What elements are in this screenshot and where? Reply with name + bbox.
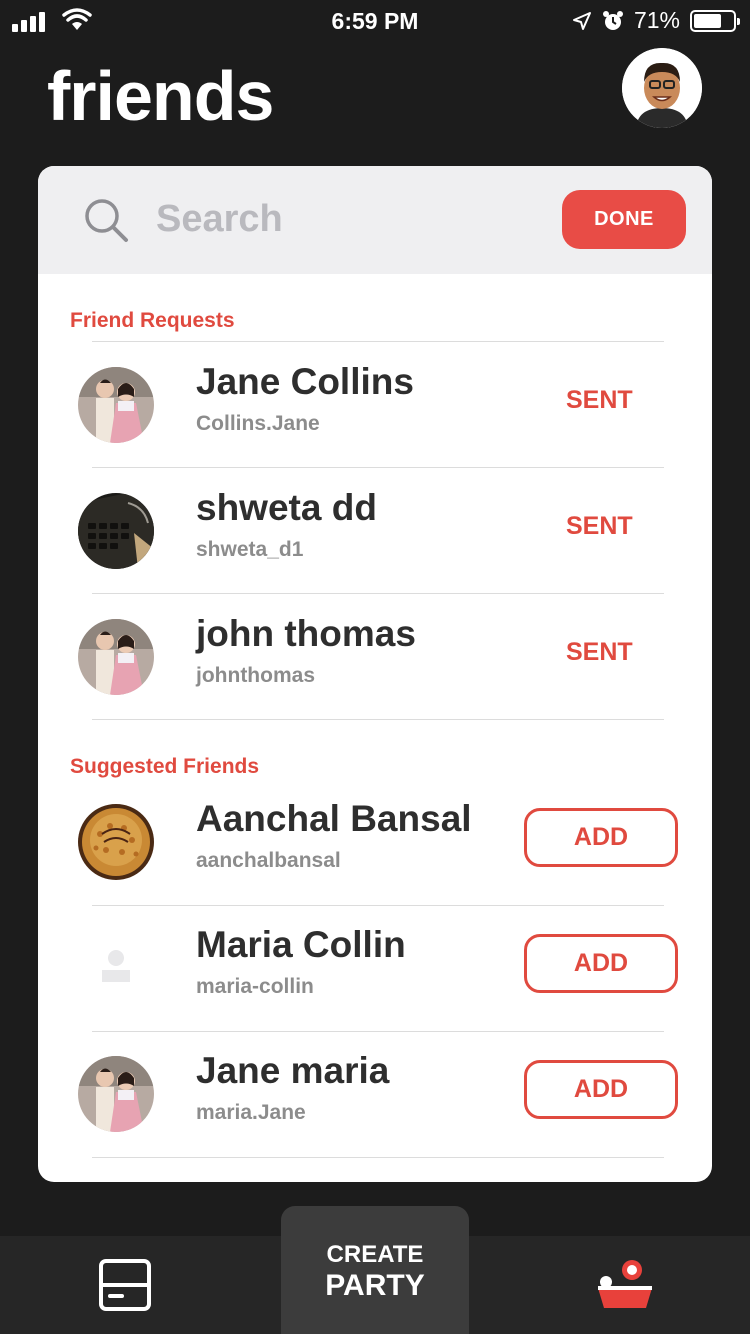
search-icon [85, 199, 128, 242]
create-party-line1: CREATE [326, 1241, 424, 1268]
default-user-avatar [78, 930, 154, 1006]
page-title: friends [47, 57, 274, 135]
sent-status: SENT [566, 386, 633, 414]
friend-request-row: shweta dd shweta_d1 SENT [38, 468, 712, 594]
friend-handle: maria.Jane [196, 1101, 306, 1124]
create-party-line2: PARTY [325, 1269, 425, 1302]
friend-name: shweta dd [196, 487, 377, 528]
friend-handle: shweta_d1 [196, 538, 304, 561]
friend-handle: maria-collin [196, 975, 314, 998]
done-button[interactable]: DONE [562, 190, 686, 249]
friend-request-row: Jane Collins Collins.Jane SENT [38, 342, 712, 468]
friend-handle: johnthomas [196, 664, 315, 687]
keyboard-photo-avatar [78, 493, 154, 569]
alarm-icon [602, 10, 623, 30]
card-icon[interactable] [98, 1258, 152, 1312]
status-bar: 6:59 PM 71% [0, 0, 750, 42]
profile-avatar-button[interactable] [622, 48, 702, 128]
friends-card: DONE Friend Requests Jane Collins Collin… [38, 166, 712, 1182]
bitmoji-avatar-icon [622, 48, 702, 128]
party-icon[interactable] [592, 1256, 658, 1312]
friend-name: john thomas [196, 613, 416, 654]
friend-name: Jane Collins [196, 361, 414, 402]
add-friend-button[interactable]: ADD [524, 934, 678, 993]
couple-photo-avatar [78, 367, 154, 443]
status-right-group: 71% [572, 7, 740, 34]
suggested-friends-header: Suggested Friends [70, 755, 260, 778]
divider [92, 1157, 664, 1158]
cake-photo-avatar [78, 804, 154, 880]
create-party-button[interactable]: CREATE PARTY [281, 1206, 469, 1334]
location-icon [572, 11, 591, 30]
friend-requests-header: Friend Requests [70, 309, 235, 332]
friend-request-row: john thomas johnthomas SENT [38, 594, 712, 720]
suggested-friend-row: Maria Collin maria-collin ADD [38, 905, 712, 1031]
friend-name: Aanchal Bansal [196, 798, 472, 839]
suggested-friend-row: Aanchal Bansal aanchalbansal ADD [38, 779, 712, 905]
couple-photo-avatar [78, 619, 154, 695]
friend-handle: aanchalbansal [196, 849, 341, 872]
battery-level [694, 13, 721, 28]
sent-status: SENT [566, 512, 633, 540]
search-input[interactable] [156, 194, 536, 244]
battery-icon [690, 9, 740, 32]
sent-status: SENT [566, 638, 633, 666]
couple-photo-avatar [78, 1056, 154, 1132]
friend-name: Jane maria [196, 1050, 390, 1091]
add-friend-button[interactable]: ADD [524, 1060, 678, 1119]
suggested-friend-row: Jane maria maria.Jane ADD [38, 1031, 712, 1157]
friend-handle: Collins.Jane [196, 412, 320, 435]
friend-name: Maria Collin [196, 924, 406, 965]
divider [92, 719, 664, 720]
add-friend-button[interactable]: ADD [524, 808, 678, 867]
search-bar: DONE [38, 166, 712, 274]
battery-percent: 71% [633, 7, 680, 33]
